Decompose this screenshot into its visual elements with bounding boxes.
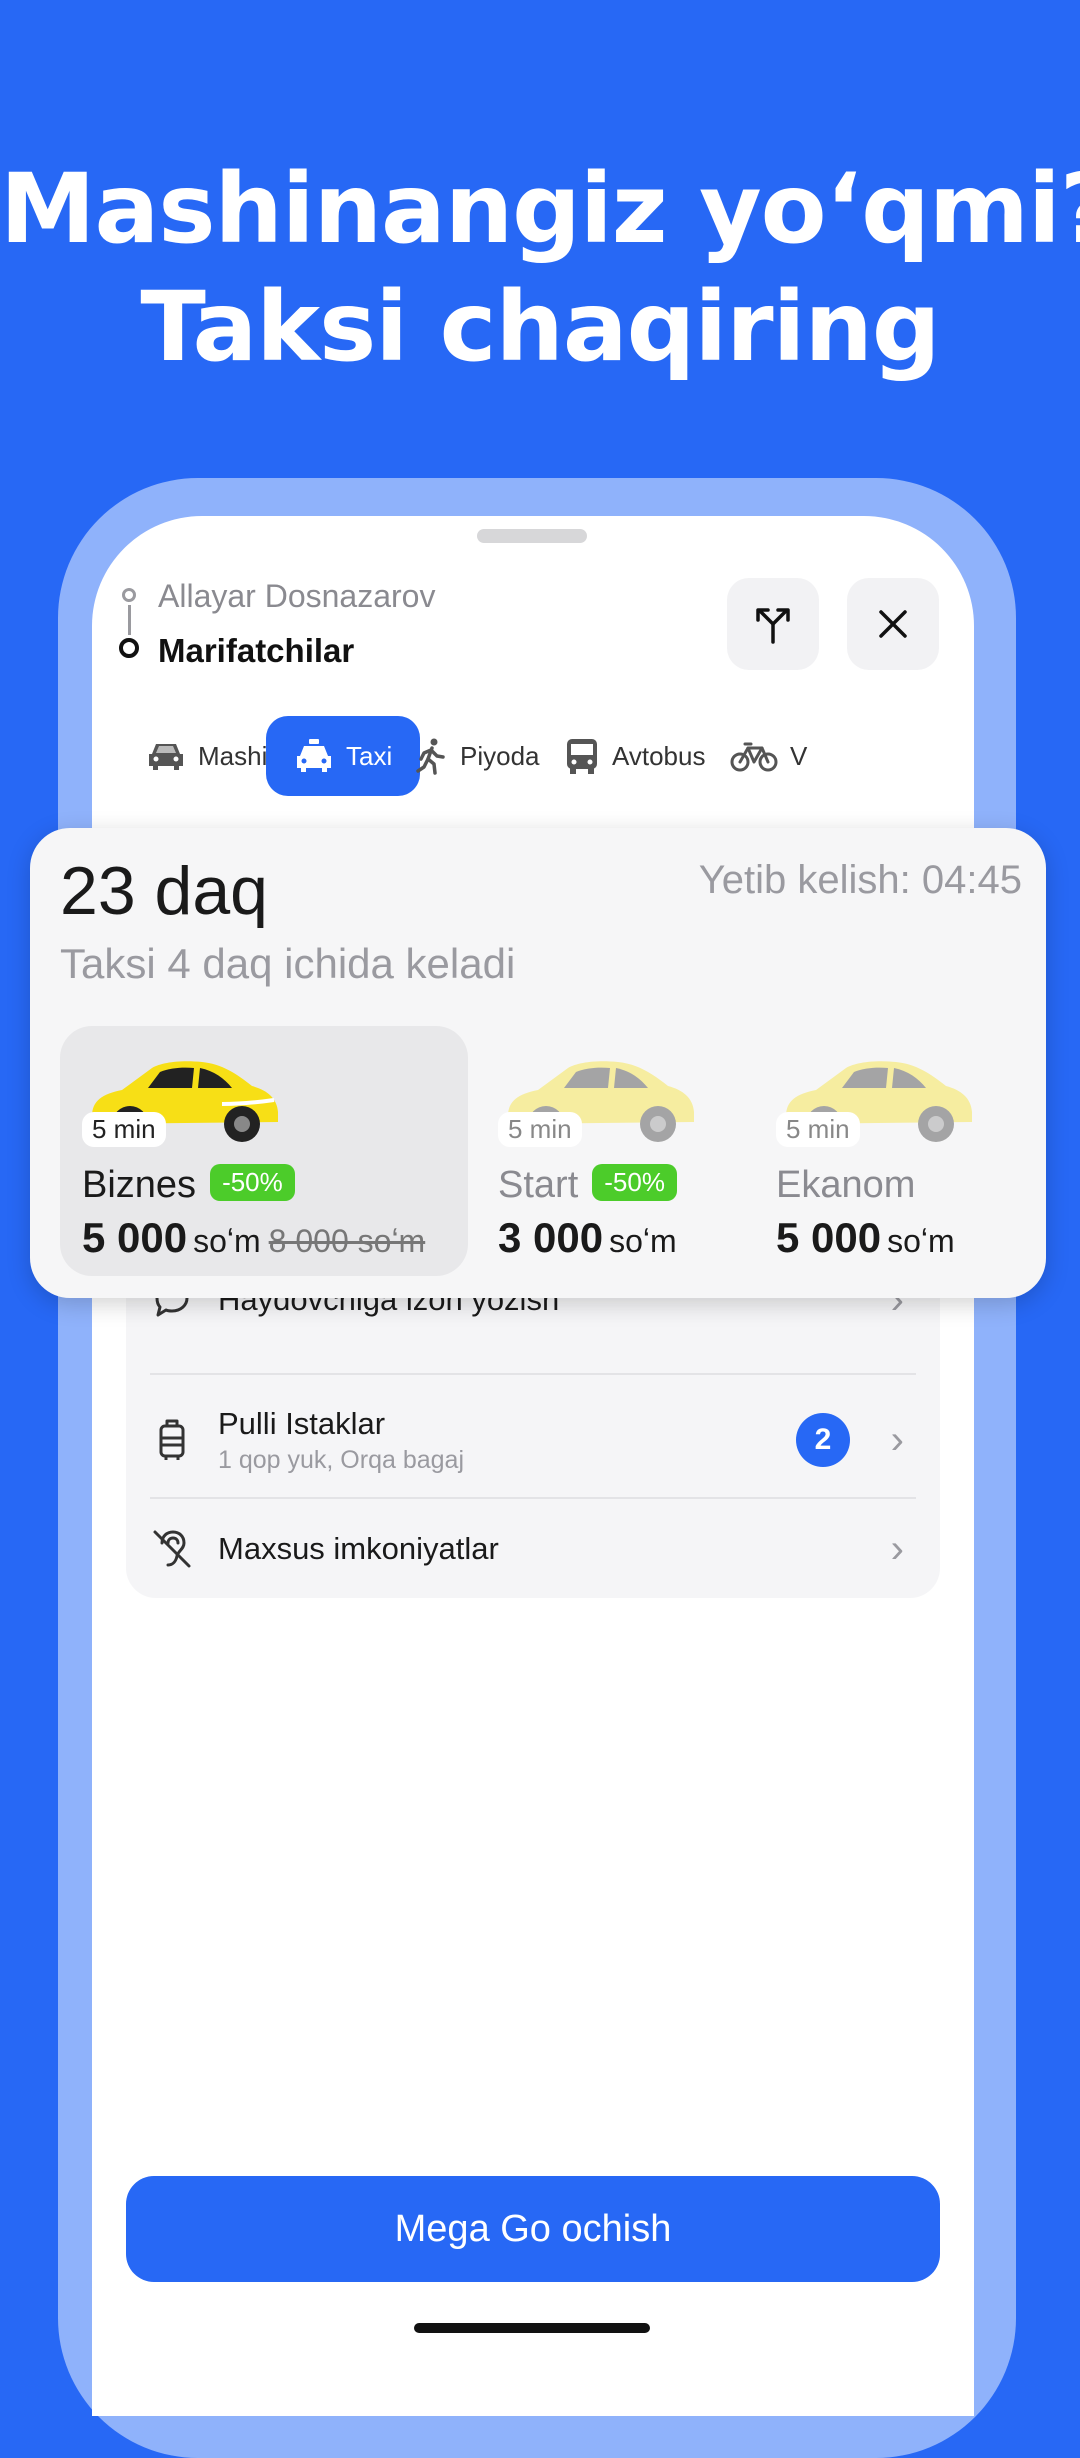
trip-options-list: Haydovchiga izoh yozish › Pulli Istaklar… [126, 1250, 940, 1598]
destination-marker-icon [119, 638, 139, 658]
route-origin: Allayar Dosnazarov [158, 578, 436, 614]
price-value: 5 000 [776, 1214, 882, 1261]
car-icon [149, 744, 183, 770]
price-currency: soʻm [609, 1223, 677, 1259]
tariff-biznes-eta: 5 min [82, 1112, 166, 1147]
tab-velosiped[interactable]: V [730, 716, 807, 796]
luggage-icon [150, 1418, 194, 1462]
taxi-icon [297, 739, 331, 772]
tab-taxi[interactable]: Taxi [266, 716, 421, 796]
tariff-start-name: Start [498, 1164, 579, 1206]
divider [150, 1373, 916, 1375]
discount-badge: -50% [210, 1164, 295, 1202]
route-destination: Marifatchilar [158, 632, 355, 669]
tab-piyoda-label: Piyoda [460, 740, 540, 771]
price-currency: soʻm [887, 1223, 955, 1259]
tariff-start-price: 3 000 soʻm [498, 1214, 677, 1262]
close-button[interactable] [847, 578, 939, 670]
tab-avtobus-label: Avtobus [612, 740, 706, 771]
bus-icon [567, 739, 597, 774]
tariff-ekanom-price: 5 000 soʻm [776, 1214, 955, 1262]
phone-screen: Allayar Dosnazarov Marifatchilar Mashina… [92, 516, 974, 2416]
tariff-ekanom-name: Ekanom [776, 1164, 916, 1206]
option-accessibility[interactable]: Maxsus imkoniyatlar › [150, 1514, 916, 1584]
tariff-ekanom-eta: 5 min [776, 1112, 860, 1147]
headline-line-1: Mashinangiz yoʻqmi? [0, 153, 1080, 265]
arrival-time: Yetib kelish: 04:45 [698, 858, 1022, 902]
tariff-ekanom[interactable]: 5 min Ekanom 5 000 soʻm [754, 1026, 1024, 1276]
tab-piyoda[interactable]: Piyoda [414, 716, 540, 796]
sheet-drag-handle[interactable] [477, 529, 587, 543]
open-mega-go-button[interactable]: Mega Go ochish [126, 2176, 940, 2282]
trip-duration: 23 daq [60, 853, 268, 929]
price-value: 3 000 [498, 1214, 604, 1261]
discount-badge: -50% [592, 1164, 677, 1202]
tab-avtobus[interactable]: Avtobus [564, 716, 705, 796]
walking-icon [416, 738, 445, 775]
option-paid-extras[interactable]: Pulli Istaklar 1 qop yuk, Orqa bagaj 2 › [150, 1390, 916, 1490]
headline-line-2: Taksi chaqiring [140, 271, 940, 383]
divider [150, 1497, 916, 1499]
extras-count-badge: 2 [796, 1413, 850, 1467]
tariff-ekanom-name-row: Ekanom [776, 1164, 915, 1207]
old-price: 8 000 soʻm [268, 1223, 426, 1259]
tariff-start[interactable]: 5 min Start -50% 3 000 soʻm [476, 1026, 694, 1276]
bicycle-icon [730, 742, 778, 772]
hearing-disabled-icon [150, 1527, 194, 1571]
option-accessibility-title: Maxsus imkoniyatlar [218, 1531, 499, 1566]
chevron-right-icon: › [890, 1417, 904, 1462]
price-value: 5 000 [82, 1214, 188, 1261]
transport-tabs: Mashina Taxi Piyoda Avtobus V [122, 716, 974, 796]
option-paid-extras-subtitle: 1 qop yuk, Orqa bagaj [218, 1445, 464, 1474]
close-icon [879, 610, 907, 638]
tab-velosiped-label: V [790, 740, 808, 771]
home-indicator[interactable] [414, 2323, 650, 2333]
trip-summary-card: 23 daq Yetib kelish: 04:45 Taksi 4 daq i… [30, 828, 1046, 1298]
chevron-right-icon: › [890, 1526, 904, 1571]
option-paid-extras-title: Pulli Istaklar [218, 1405, 386, 1441]
route-split-icon [756, 608, 790, 644]
headline: Mashinangiz yoʻqmi? Taksi chaqiring [0, 150, 1080, 386]
origin-marker-icon [122, 588, 136, 602]
tariff-start-name-row: Start -50% [498, 1164, 677, 1207]
tariff-biznes-name-row: Biznes -50% [82, 1164, 295, 1207]
taxi-arrival-note: Taksi 4 daq ichida keladi [60, 940, 516, 987]
tariff-start-eta: 5 min [498, 1112, 582, 1147]
tab-taxi-label: Taxi [346, 740, 393, 771]
route-line [128, 605, 131, 635]
tariff-biznes-name: Biznes [82, 1164, 197, 1206]
price-currency: soʻm [193, 1223, 261, 1259]
tariff-biznes[interactable]: 5 min Biznes -50% 5 000 soʻm 8 000 soʻm [60, 1026, 468, 1276]
tariff-biznes-price: 5 000 soʻm 8 000 soʻm [82, 1214, 425, 1262]
alternative-routes-button[interactable] [727, 578, 819, 670]
